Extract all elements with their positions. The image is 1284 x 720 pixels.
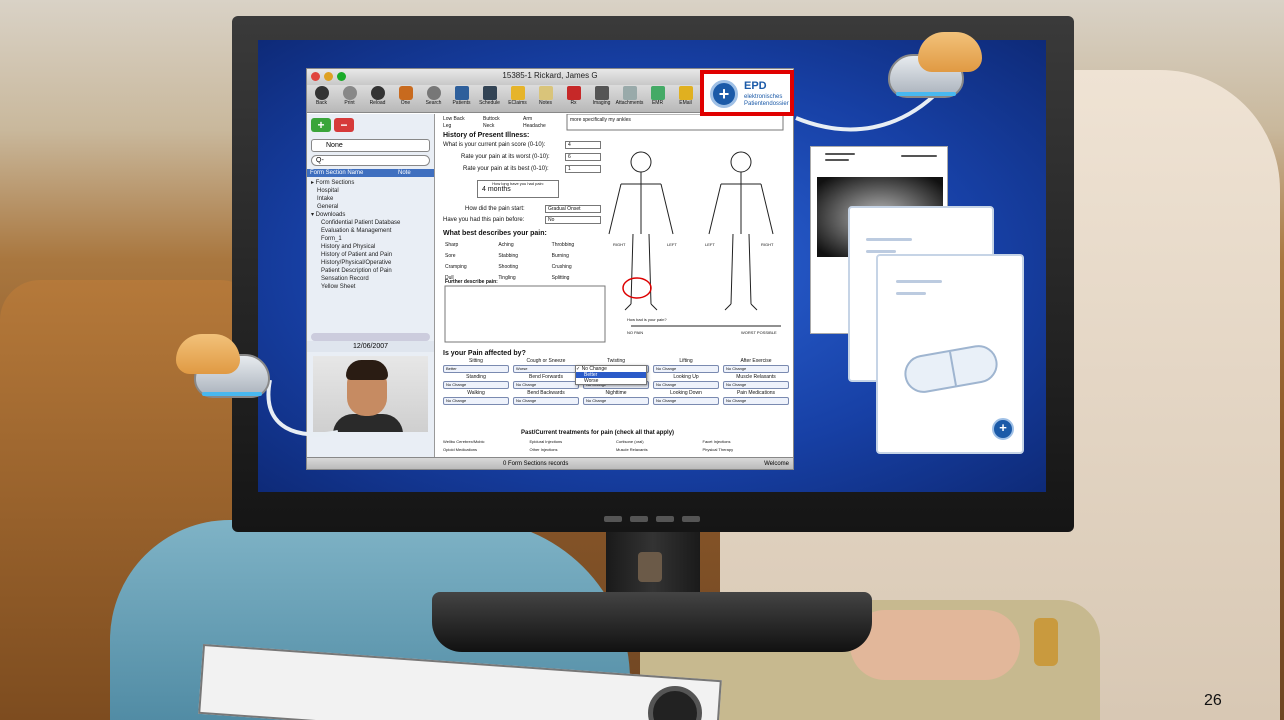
mouse-left [176, 334, 296, 404]
mouse-right [888, 32, 1008, 102]
page-number: 26 [1204, 692, 1222, 709]
slide: 15385-1 Rickard, James G Back Print Relo… [0, 0, 1284, 720]
pill-icon [901, 342, 1001, 396]
epd-small-icon: + [992, 418, 1014, 440]
hand-icon [176, 334, 240, 374]
hand-icon [918, 32, 982, 72]
prescription-document-icon: + [876, 254, 1024, 454]
